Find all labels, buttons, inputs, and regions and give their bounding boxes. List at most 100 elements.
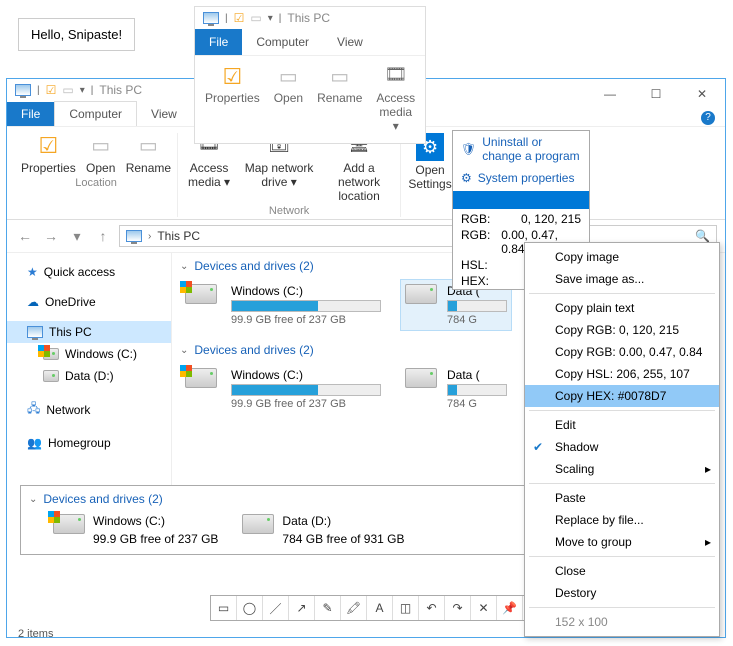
tool-pin[interactable]: 📌	[497, 596, 523, 620]
nav-up-button[interactable]: ↑	[93, 226, 113, 246]
maximize-button[interactable]: ☐	[637, 83, 675, 105]
check-icon: ✔	[533, 440, 543, 454]
menu-close[interactable]: Close	[525, 560, 719, 582]
menu-shadow[interactable]: ✔Shadow	[525, 436, 719, 458]
divider-icon: |	[279, 13, 282, 24]
overlay-window: | ☑ ▭ ▾ | This PC File Computer View ☑Pr…	[194, 6, 426, 144]
tab-computer[interactable]: Computer	[54, 101, 137, 126]
drive-icon	[43, 348, 59, 360]
menu-replace[interactable]: Replace by file...	[525, 509, 719, 531]
overlay-rename-button[interactable]: ▭Rename	[317, 64, 362, 133]
gear-icon: ⚙	[461, 171, 472, 185]
menu-copy-image[interactable]: Copy image	[525, 246, 719, 268]
menu-save-image[interactable]: Save image as...	[525, 268, 719, 290]
drive-d-free: 784 G	[447, 314, 507, 326]
drive-c-usage	[231, 300, 381, 312]
qat-check-icon: ☑	[46, 83, 57, 97]
tab-view[interactable]: View	[137, 102, 191, 126]
overlay-tab-file[interactable]: File	[195, 29, 242, 55]
ribbon-group-location: ☑Properties ▭Open ▭Rename Location	[15, 133, 178, 217]
properties-button[interactable]: ☑Properties	[21, 133, 76, 175]
sidebar-item-homegroup[interactable]: 👥Homegroup	[7, 432, 171, 454]
network-icon: 🖧	[27, 399, 40, 420]
drive-c[interactable]: Windows (C:) 99.9 GB free of 237 GB	[180, 279, 386, 331]
sidebar-item-network[interactable]: 🖧Network	[7, 395, 171, 424]
minimize-button[interactable]: —	[591, 83, 629, 105]
menu-copy-hsl[interactable]: Copy HSL: 206, 255, 107	[525, 363, 719, 385]
snip-panel[interactable]: ⌄Devices and drives (2) Windows (C:) 99.…	[20, 485, 575, 555]
tool-pencil[interactable]: ✎	[315, 596, 341, 620]
drive-d-usage	[447, 300, 507, 312]
sidebar-item-thispc[interactable]: This PC	[7, 321, 171, 343]
overlay-properties-button[interactable]: ☑Properties	[205, 64, 260, 133]
drive-icon	[405, 284, 437, 304]
drive-icon	[185, 284, 217, 304]
menu-copy-rgbf[interactable]: Copy RGB: 0.00, 0.47, 0.84	[525, 341, 719, 363]
uninstall-link[interactable]: 🛡Uninstall or change a program	[453, 131, 589, 167]
menu-copy-rgb[interactable]: Copy RGB: 0, 120, 215	[525, 319, 719, 341]
tool-cancel[interactable]: ✕	[471, 596, 497, 620]
rename-button[interactable]: ▭Rename	[126, 133, 171, 175]
ribbon-group-system: ⚙Open Settings	[401, 133, 459, 217]
overlay-open-button[interactable]: ▭Open	[274, 64, 303, 133]
color-swatch	[453, 191, 589, 209]
nav-back-button[interactable]: ←	[15, 226, 35, 246]
chevron-down-icon: ▾	[268, 13, 273, 24]
menu-paste[interactable]: Paste	[525, 487, 719, 509]
tool-arrow[interactable]: ↗	[289, 596, 315, 620]
drive-icon	[185, 368, 217, 388]
monitor-icon	[203, 12, 219, 24]
nav-forward-button[interactable]: →	[41, 226, 61, 246]
drive-c-2[interactable]: Windows (C:) 99.9 GB free of 237 GB	[180, 363, 386, 415]
status-bar: 2 items	[18, 628, 53, 640]
tool-undo[interactable]: ↶	[419, 596, 445, 620]
sidebar-item-quick[interactable]: ★Quick access	[7, 261, 171, 283]
drive-c-free: 99.9 GB free of 237 GB	[231, 314, 381, 326]
tool-marker[interactable]: 🖍	[341, 596, 367, 620]
menu-copy-hex[interactable]: Copy HEX: #0078D7	[525, 385, 719, 407]
search-icon: 🔍	[695, 229, 710, 243]
monitor-icon	[27, 326, 43, 338]
tool-rect[interactable]: ▭	[211, 596, 237, 620]
chevron-right-icon: ▸	[705, 462, 711, 476]
sidebar-item-data-d[interactable]: Data (D:)	[7, 365, 171, 387]
sidebar: ★Quick access ☁OneDrive This PC Windows …	[7, 253, 172, 503]
drive-icon	[43, 370, 59, 382]
menu-destroy[interactable]: Destory	[525, 582, 719, 604]
open-button[interactable]: ▭Open	[86, 133, 116, 175]
qat-doc-icon: ▭	[62, 83, 73, 97]
drive-icon	[405, 368, 437, 388]
divider-icon: |	[225, 13, 228, 24]
nav-history-button[interactable]: ▾	[67, 226, 87, 246]
chevron-right-icon: ▸	[705, 535, 711, 549]
cloud-icon: ☁	[27, 295, 39, 309]
snip-drive-c: Windows (C:) 99.9 GB free of 237 GB	[53, 514, 218, 546]
sidebar-item-win-c[interactable]: Windows (C:)	[7, 343, 171, 365]
sidebar-item-onedrive[interactable]: ☁OneDrive	[7, 291, 171, 313]
chevron-down-icon: ▾	[80, 85, 85, 96]
menu-copy-plain[interactable]: Copy plain text	[525, 297, 719, 319]
overlay-tab-view[interactable]: View	[323, 29, 377, 55]
drive-c-name: Windows (C:)	[231, 284, 381, 298]
color-rgb-int: RGB:0, 120, 215	[453, 211, 589, 227]
close-button[interactable]: ✕	[683, 83, 721, 105]
context-menu: Copy image Save image as... Copy plain t…	[524, 242, 720, 637]
drive-d-2[interactable]: Data ( 784 G	[400, 363, 512, 415]
monitor-icon	[126, 230, 142, 242]
tool-eraser[interactable]: ◫	[393, 596, 419, 620]
overlay-tab-computer[interactable]: Computer	[242, 29, 323, 55]
menu-edit[interactable]: Edit	[525, 414, 719, 436]
overlay-title: This PC	[287, 11, 330, 25]
qat-doc-icon: ▭	[250, 11, 261, 25]
menu-scaling[interactable]: Scaling▸	[525, 458, 719, 480]
overlay-access-button[interactable]: 🎞Access media ▾	[376, 64, 415, 133]
tool-redo[interactable]: ↷	[445, 596, 471, 620]
drive-icon	[242, 514, 274, 534]
tool-line[interactable]: ／	[263, 596, 289, 620]
help-icon[interactable]: ?	[701, 111, 715, 125]
menu-move[interactable]: Move to group▸	[525, 531, 719, 553]
system-props-link[interactable]: ⚙System properties	[453, 167, 589, 189]
tool-text[interactable]: A	[367, 596, 393, 620]
tool-ellipse[interactable]: ◯	[237, 596, 263, 620]
tab-file[interactable]: File	[7, 102, 54, 126]
